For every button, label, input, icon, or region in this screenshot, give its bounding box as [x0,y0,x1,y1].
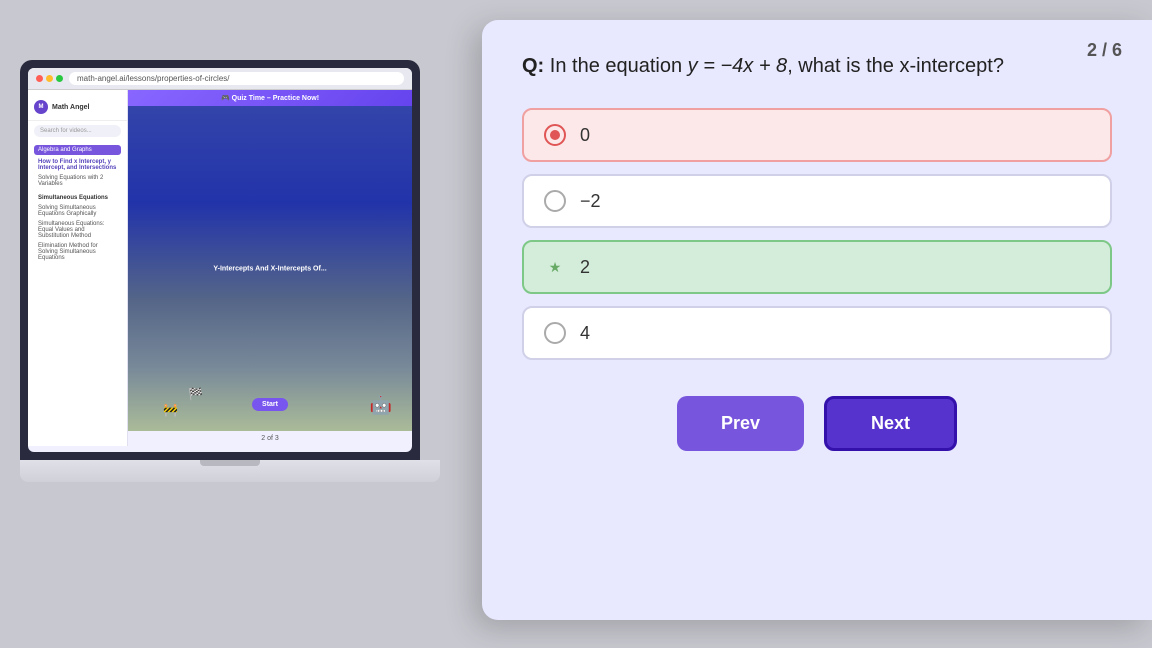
sidebar-simultaneous-header: Simultaneous Equations [34,193,121,203]
quiz-card: 2 / 6 Q: In the equation y = −4x + 8, wh… [482,20,1152,620]
search-bar: Search for videos... [34,125,121,137]
sidebar-item-equations: Solving Equations with 2 Variables [34,173,121,189]
dot-minimize [46,75,53,82]
question-content: In the equation y = −4x + 8, what is the… [550,55,1004,77]
question-counter: 2 / 6 [1087,40,1122,61]
sidebar-item-substitution: Simultaneous Equations: Equal Values and… [34,219,121,241]
answer-label-2: 2 [580,257,590,278]
screen-inner: math-angel.ai/lessons/properties-of-circ… [28,68,412,452]
sidebar: M Math Angel Search for videos... Algebr… [28,90,128,446]
answer-option-0[interactable]: 0 [522,108,1112,162]
question-label: Q: [522,55,544,77]
browser-dots [36,75,63,82]
pagination: 2 of 3 [128,431,412,446]
car-character: 🤖 [370,395,392,416]
video-area: Y-Intercepts And X-Intercepts Of... 🏁 🚧 … [128,106,412,431]
next-button[interactable]: Next [824,396,957,451]
sidebar-item-graphically: Solving Simultaneous Equations Graphical… [34,203,121,219]
sidebar-section-title: Algebra and Graphs [34,145,121,155]
cone-icon: 🚧 [163,403,178,417]
page-content: M Math Angel Search for videos... Algebr… [28,90,412,446]
logo-text: Math Angel [52,104,89,111]
answer-option-2[interactable]: ★ 2 [522,240,1112,294]
logo-icon: M [34,100,48,114]
laptop-notch [200,460,260,466]
radio-circle-3 [544,322,566,344]
radio-circle-2: ★ [544,256,566,278]
answer-label-0: 0 [580,125,590,146]
video-label: Y-Intercepts And X-Intercepts Of... [213,265,326,272]
browser-chrome: math-angel.ai/lessons/properties-of-circ… [28,68,412,90]
sidebar-item-elimination: Elimination Method for Solving Simultane… [34,241,121,263]
answer-label-1: −2 [580,191,601,212]
prev-button[interactable]: Prev [677,396,804,451]
browser-url: math-angel.ai/lessons/properties-of-circ… [69,72,404,85]
main-area: 🎮 Quiz Time – Practice Now! Y-Intercepts… [128,90,412,446]
dot-close [36,75,43,82]
dot-maximize [56,75,63,82]
quiz-banner: 🎮 Quiz Time – Practice Now! [128,90,412,106]
laptop-base [20,460,440,482]
answer-option-3[interactable]: 4 [522,306,1112,360]
radio-circle-0 [544,124,566,146]
equation-text: y = −4x + 8 [688,55,788,77]
sidebar-item-intercepts: How to Find x Intercept, y Intercept, an… [34,157,121,173]
sidebar-section: Algebra and Graphs How to Find x Interce… [28,141,127,267]
buttons-row: Prev Next [522,396,1112,451]
laptop: math-angel.ai/lessons/properties-of-circ… [20,60,440,580]
start-button[interactable]: Start [252,398,288,411]
radio-circle-1 [544,190,566,212]
answer-label-3: 4 [580,323,590,344]
answers-container: 0 −2 ★ 2 4 [522,108,1112,360]
flag-icon: 🏁 [188,387,203,401]
question-text: Q: In the equation y = −4x + 8, what is … [522,52,1112,80]
answer-option-1[interactable]: −2 [522,174,1112,228]
sidebar-logo: M Math Angel [28,96,127,121]
laptop-screen: math-angel.ai/lessons/properties-of-circ… [20,60,420,460]
